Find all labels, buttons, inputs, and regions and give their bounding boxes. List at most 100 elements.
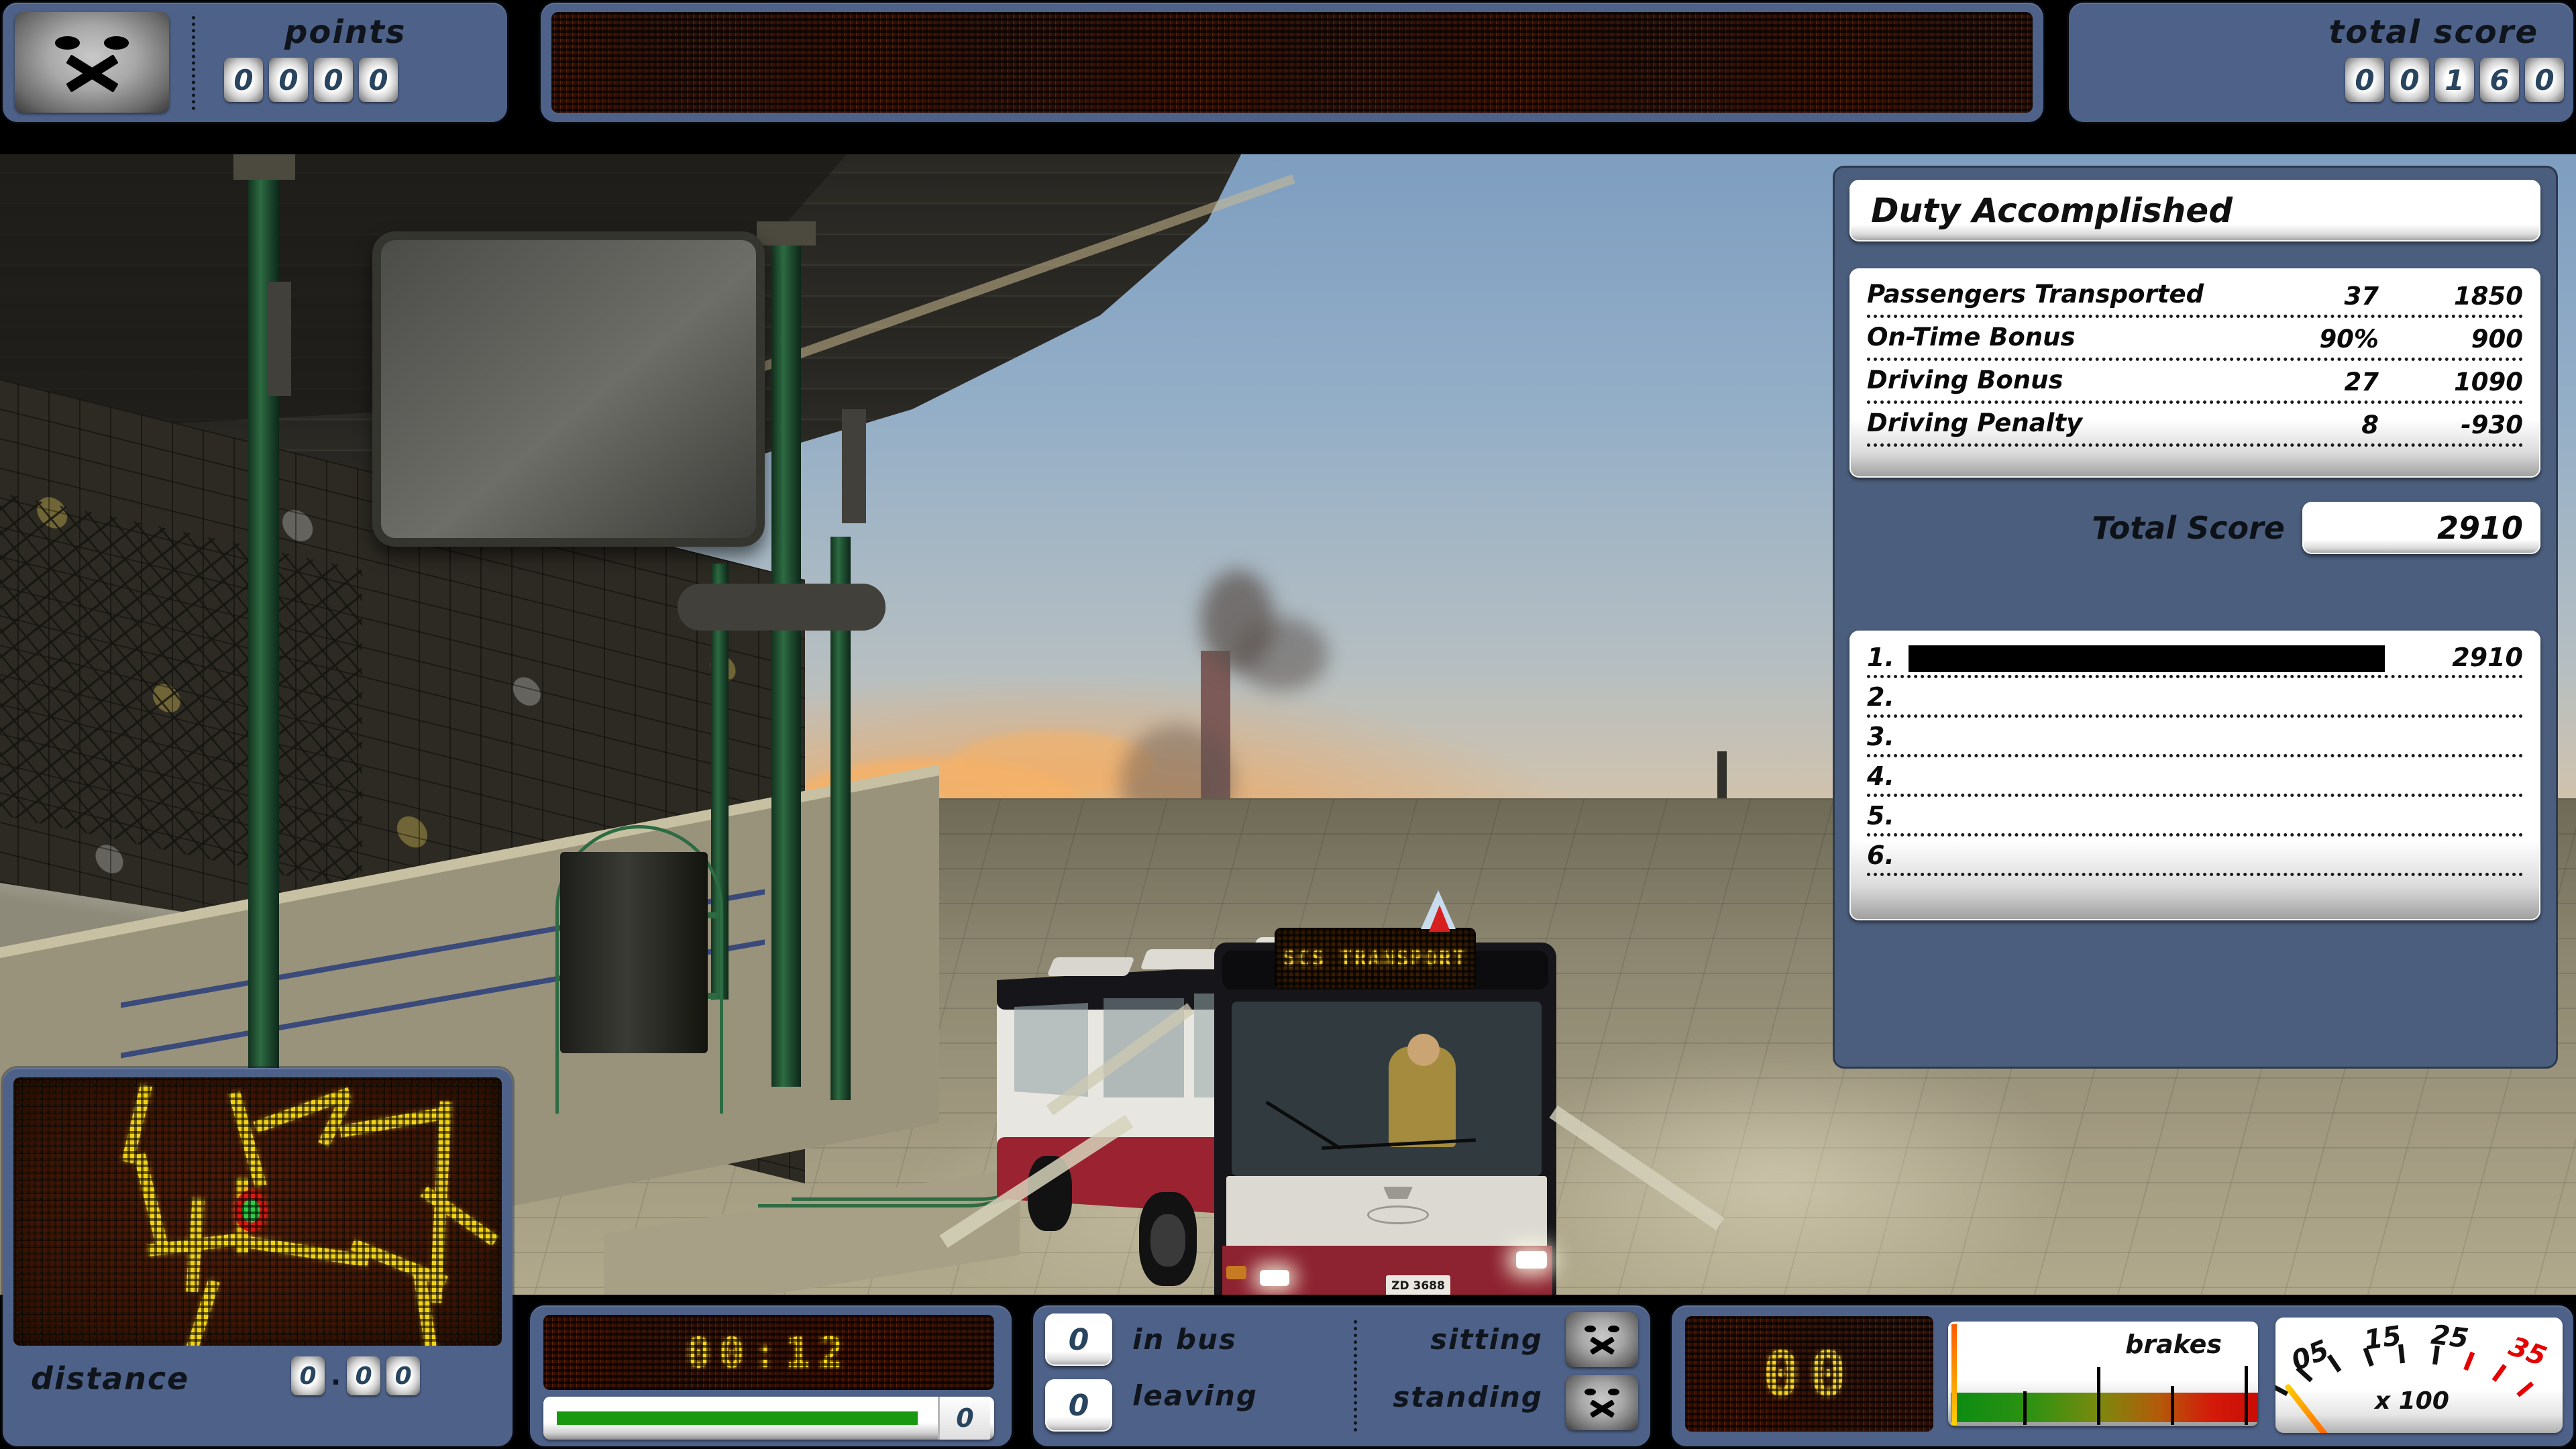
row-qty: 27 <box>2344 368 2379 396</box>
timer-text: 00:12 <box>686 1328 852 1377</box>
row-divider <box>1867 400 2523 404</box>
minimap-panel: distance 0 . 0 0 <box>3 1068 513 1446</box>
list-item: 3. <box>1867 720 2523 753</box>
in-bus-count: 0 <box>1045 1313 1112 1366</box>
row-label: Driving Penalty <box>1867 409 2083 437</box>
table-row: On-Time Bonus 90% 900 <box>1867 321 2523 356</box>
tach-multiplier: x 100 <box>2375 1387 2449 1415</box>
bus-driver-head <box>1407 1034 1440 1066</box>
bus-hubcap <box>1150 1214 1185 1267</box>
list-item: 2. <box>1867 681 2523 713</box>
table-row: Driving Bonus 27 1090 <box>1867 364 2523 399</box>
total-score-digit: 0 <box>2390 58 2429 102</box>
list-item: 4. <box>1867 760 2523 792</box>
brakes-label: brakes <box>2125 1330 2222 1359</box>
progress-bar-fill <box>557 1411 918 1426</box>
results-breakdown-table: Passengers Transported 37 1850 On-Time B… <box>1849 268 2540 478</box>
canopy-support-pole <box>771 228 801 1087</box>
distance-digit: 0 <box>291 1356 325 1395</box>
points-digit: 0 <box>314 58 353 102</box>
vehicle-status-panel: 00 brakes 05 15 25 35 x 100 <box>1672 1305 2573 1446</box>
points-odometer: 0 0 0 0 <box>224 58 398 102</box>
rank: 4. <box>1867 761 1894 791</box>
smoke-plume <box>1234 617 1328 691</box>
row-qty: 90% <box>2319 325 2379 354</box>
row-qty: 37 <box>2344 282 2379 311</box>
row-divider <box>1867 754 2523 757</box>
rank: 3. <box>1867 722 1894 751</box>
redacted-name <box>1909 645 2385 673</box>
overhead-sign <box>678 584 885 631</box>
duty-results-panel: Duty Accomplished Passengers Transported… <box>1835 168 2556 1067</box>
tach-needle <box>2284 1383 2338 1433</box>
brake-needle <box>1951 1324 1957 1425</box>
score: 2910 <box>2452 643 2523 672</box>
progress-bar-value: 0 <box>938 1397 990 1440</box>
door-indicator: 00 <box>1685 1316 1933 1432</box>
timer-panel: 00:12 0 <box>530 1305 1012 1446</box>
points-panel: points 0 0 0 0 <box>3 3 507 122</box>
row-divider <box>1867 873 2523 876</box>
station-billboard <box>372 231 765 547</box>
minimap[interactable] <box>13 1077 502 1346</box>
row-divider <box>1867 714 2523 718</box>
total-score-panel: total score 0 0 1 6 0 <box>2069 3 2573 122</box>
list-item: 1. 2910 <box>1867 641 2523 674</box>
distance-odometer: 0 . 0 0 <box>291 1356 421 1395</box>
total-score-digit: 6 <box>2480 58 2519 102</box>
game-screen: SCS TRANSPORT ZD 3688 points 0 0 0 0 tot… <box>0 0 2576 1449</box>
passenger-panel: 0 in bus 0 leaving sitting standing <box>1033 1305 1650 1446</box>
points-digit: 0 <box>224 58 263 102</box>
list-item: 5. <box>1867 800 2523 832</box>
rank: 5. <box>1867 801 1894 830</box>
divider <box>1354 1320 1357 1432</box>
row-divider <box>1867 675 2523 678</box>
list-item: 6. <box>1867 839 2523 871</box>
bus-indicator-left <box>1226 1266 1246 1279</box>
bus-headlight-right <box>1516 1251 1547 1269</box>
total-score-value: 2910 <box>2302 502 2540 554</box>
sign-mount <box>267 282 291 396</box>
row-divider <box>1867 833 2523 837</box>
progress-bar: 0 <box>543 1397 994 1440</box>
bus-headlight-left <box>1260 1270 1289 1286</box>
roof-hatch <box>1046 957 1135 976</box>
door-indicator-text: 00 <box>1762 1338 1856 1410</box>
brake-gauge: brakes <box>1948 1322 2258 1426</box>
row-label: Driving Bonus <box>1867 366 2063 394</box>
row-value: 1850 <box>2454 282 2523 311</box>
row-label: Passengers Transported <box>1867 280 2204 309</box>
row-divider <box>1867 358 2523 361</box>
total-score-digit: 0 <box>2345 58 2384 102</box>
total-score-caption: Total Score <box>2092 510 2285 546</box>
sitting-label: sitting <box>1430 1323 1543 1356</box>
distance-digit: 0 <box>386 1356 421 1395</box>
player-name <box>1909 643 2406 673</box>
row-divider <box>1867 315 2523 318</box>
trash-bin <box>560 852 708 1053</box>
ticker-text <box>551 12 2033 113</box>
bus-windshield <box>1232 1002 1542 1176</box>
distance-label: distance <box>31 1360 190 1397</box>
bus-destination-sign[interactable]: SCS TRANSPORT <box>1275 928 1476 989</box>
message-ticker <box>551 12 2033 113</box>
standing-sad-face-icon <box>1566 1375 1638 1430</box>
bus-logo <box>1367 1205 1429 1224</box>
total-score-digit: 1 <box>2435 58 2474 102</box>
points-label: points <box>284 13 407 51</box>
row-label: On-Time Bonus <box>1867 323 2076 352</box>
row-value: -930 <box>2461 411 2523 439</box>
table-row: Driving Penalty 8 -930 <box>1867 407 2523 442</box>
bus-license-plate: ZD 3688 <box>1386 1275 1450 1295</box>
rank: 2. <box>1867 682 1894 712</box>
in-bus-label: in bus <box>1132 1323 1237 1356</box>
mood-face-icon <box>15 12 169 113</box>
distance-digit: 0 <box>347 1356 381 1395</box>
row-divider <box>1867 794 2523 797</box>
rank: 6. <box>1867 841 1894 870</box>
standing-label: standing <box>1393 1381 1543 1413</box>
ticker-panel <box>541 3 2043 122</box>
pole-cap <box>757 221 816 246</box>
divider <box>192 16 195 110</box>
pole-cap <box>233 154 295 180</box>
